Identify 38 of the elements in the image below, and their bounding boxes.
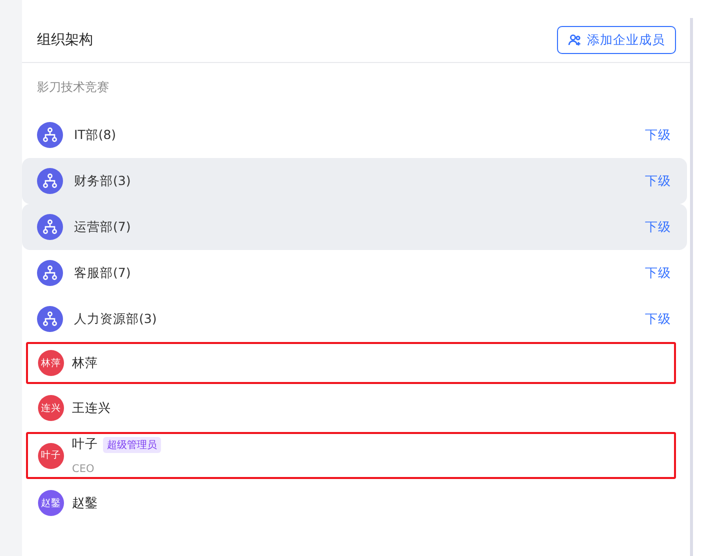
- member-name: 林萍: [72, 354, 98, 372]
- member-row[interactable]: 叶子 叶子 超级管理员 CEO: [26, 432, 676, 479]
- avatar: 林萍: [38, 350, 64, 376]
- users-plus-icon: [568, 34, 582, 46]
- add-member-button[interactable]: 添加企业成员: [557, 26, 676, 54]
- avatar: 叶子: [38, 442, 64, 468]
- member-name: 叶子: [72, 436, 98, 453]
- member-row[interactable]: 连兴 王连兴: [26, 387, 676, 429]
- org-chart-icon: [37, 260, 63, 286]
- company-name: 影刀技术竞赛: [36, 79, 110, 96]
- subordinate-link[interactable]: 下级: [645, 264, 671, 282]
- subordinate-link[interactable]: 下级: [645, 126, 671, 144]
- department-name: 财务部(3): [74, 172, 131, 190]
- org-chart-icon: [37, 122, 63, 148]
- member-title: CEO: [72, 463, 96, 475]
- subordinate-link[interactable]: 下级: [645, 218, 671, 236]
- avatar: 连兴: [38, 395, 64, 421]
- subordinate-link[interactable]: 下级: [645, 172, 671, 190]
- member-row[interactable]: 林萍 林萍: [26, 342, 676, 384]
- avatar: 赵鑿: [38, 490, 64, 516]
- subordinate-link[interactable]: 下级: [645, 310, 671, 328]
- member-name: 王连兴: [72, 400, 111, 416]
- org-chart-icon: [37, 214, 63, 240]
- department-row[interactable]: 人力资源部(3) 下级: [22, 296, 687, 342]
- panel-title: 组织架构: [37, 31, 93, 49]
- department-name: IT部(8): [74, 126, 116, 144]
- department-row[interactable]: 财务部(3) 下级: [22, 158, 687, 204]
- department-name: 运营部(7): [74, 218, 131, 236]
- department-row[interactable]: IT部(8) 下级: [22, 112, 687, 158]
- department-name: 客服部(7): [74, 264, 131, 282]
- org-chart-icon: [37, 306, 63, 332]
- department-name: 人力资源部(3): [74, 310, 157, 328]
- member-name: 赵鑿: [72, 494, 98, 512]
- department-row[interactable]: 客服部(7) 下级: [22, 250, 687, 296]
- department-row[interactable]: 运营部(7) 下级: [22, 204, 687, 250]
- role-badge: 超级管理员: [103, 436, 161, 452]
- member-row[interactable]: 赵鑿 赵鑿: [26, 482, 676, 524]
- org-chart-icon: [37, 168, 63, 194]
